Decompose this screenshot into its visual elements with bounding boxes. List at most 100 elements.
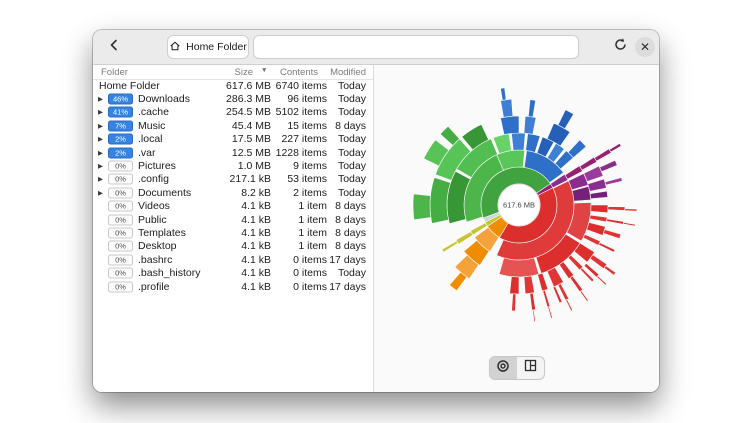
chart-center-label: 617.6 MB bbox=[503, 201, 535, 210]
chart-segment[interactable] bbox=[501, 99, 513, 117]
column-header-size[interactable]: Size bbox=[235, 67, 253, 78]
expander-icon[interactable]: ▶ bbox=[98, 135, 103, 143]
size-value: 4.1 kB bbox=[241, 240, 271, 252]
chart-segment[interactable] bbox=[590, 215, 607, 222]
table-row[interactable]: 0%.bashrc4.1 kB0 items17 days bbox=[93, 253, 373, 266]
close-icon: ✕ bbox=[635, 37, 655, 57]
expander-icon[interactable]: ▶ bbox=[98, 149, 103, 157]
treemap-view-button[interactable] bbox=[517, 357, 544, 379]
chart-segment[interactable] bbox=[580, 291, 588, 302]
table-row[interactable]: ▶2%.var12.5 MB1228 itemsToday bbox=[93, 146, 373, 159]
contents-value: 227 items bbox=[281, 133, 327, 145]
chart-segment[interactable] bbox=[543, 290, 550, 307]
size-value: 4.1 kB bbox=[241, 281, 271, 293]
chart-segment[interactable] bbox=[558, 110, 574, 129]
table-row[interactable]: ▶0%Pictures1.0 MB9 itemsToday bbox=[93, 159, 373, 172]
chart-segment[interactable] bbox=[591, 205, 608, 213]
folder-name: .bash_history bbox=[138, 267, 200, 279]
home-folder-tab[interactable]: Home Folder bbox=[167, 35, 249, 59]
size-value: 217.1 kB bbox=[230, 173, 271, 185]
table-row[interactable]: ▶2%.local17.5 MB227 itemsToday bbox=[93, 133, 373, 146]
chart-segment[interactable] bbox=[510, 277, 519, 294]
sort-indicator-icon[interactable]: ▼ bbox=[261, 67, 267, 74]
chart-segment[interactable] bbox=[501, 88, 507, 100]
contents-value: 6740 items bbox=[276, 80, 327, 92]
contents-value: 1 item bbox=[298, 214, 327, 226]
chart-segment[interactable] bbox=[524, 276, 534, 294]
chart-segment[interactable] bbox=[605, 178, 622, 185]
table-row[interactable]: ▶46%Downloads286.3 MB96 itemsToday bbox=[93, 92, 373, 105]
chart-segment[interactable] bbox=[583, 234, 600, 245]
chart-segment[interactable] bbox=[524, 116, 536, 134]
chart-segment[interactable] bbox=[568, 140, 586, 158]
table-row[interactable]: Home Folder617.6 MB6740 itemsToday bbox=[93, 79, 373, 92]
chart-segment[interactable] bbox=[442, 241, 458, 252]
sunburst-chart[interactable]: 617.6 MB bbox=[374, 65, 659, 365]
chart-segment[interactable] bbox=[587, 222, 606, 235]
column-header-folder[interactable]: Folder bbox=[101, 67, 128, 78]
chart-segment[interactable] bbox=[599, 243, 615, 253]
expander-icon[interactable]: ▶ bbox=[98, 108, 103, 116]
table-row[interactable]: 0%Videos4.1 kB1 item8 days bbox=[93, 200, 373, 213]
chart-segment[interactable] bbox=[600, 160, 618, 171]
chart-segment[interactable] bbox=[501, 116, 520, 135]
column-header-modified[interactable]: Modified bbox=[330, 67, 366, 78]
table-row[interactable]: 0%Public4.1 kB1 item8 days bbox=[93, 213, 373, 226]
chart-segment[interactable] bbox=[597, 276, 607, 285]
column-header-contents[interactable]: Contents bbox=[280, 67, 318, 78]
chart-segment[interactable] bbox=[512, 294, 516, 311]
refresh-button[interactable] bbox=[607, 35, 633, 59]
chart-segment[interactable] bbox=[604, 266, 615, 275]
modified-value: Today bbox=[338, 133, 366, 145]
size-value: 4.1 kB bbox=[241, 214, 271, 226]
close-button[interactable]: ✕ bbox=[633, 35, 657, 59]
percent-badge: 0% bbox=[108, 187, 133, 198]
chart-segment[interactable] bbox=[609, 143, 621, 152]
table-row[interactable]: 0%.profile4.1 kB0 items17 days bbox=[93, 280, 373, 293]
chart-segment[interactable] bbox=[533, 310, 536, 322]
chart-segment[interactable] bbox=[594, 149, 611, 161]
chart-segment[interactable] bbox=[456, 232, 473, 245]
chart-segment[interactable] bbox=[499, 258, 539, 277]
expander-icon[interactable]: ▶ bbox=[98, 175, 103, 183]
chart-segment[interactable] bbox=[528, 100, 535, 118]
chart-segment[interactable] bbox=[590, 255, 607, 269]
chart-panel: 617.6 MB bbox=[373, 65, 659, 392]
folder-name: .local bbox=[138, 133, 163, 145]
chart-segment[interactable] bbox=[530, 293, 536, 310]
size-value: 8.2 kB bbox=[241, 187, 271, 199]
expander-icon[interactable]: ▶ bbox=[98, 189, 103, 197]
chart-segment[interactable] bbox=[566, 299, 573, 310]
location-entry[interactable] bbox=[253, 35, 579, 59]
table-row[interactable]: ▶7%Music45.4 MB15 items8 days bbox=[93, 119, 373, 132]
table-row[interactable]: ▶41%.cache254.5 MB5102 itemsToday bbox=[93, 106, 373, 119]
expander-icon[interactable]: ▶ bbox=[98, 162, 103, 170]
chart-segment[interactable] bbox=[590, 191, 608, 199]
table-row[interactable]: ▶0%.config217.1 kB53 itemsToday bbox=[93, 173, 373, 186]
table-row[interactable]: 0%Templates4.1 kB1 item8 days bbox=[93, 226, 373, 239]
chart-segment[interactable] bbox=[449, 272, 466, 291]
chart-segment[interactable] bbox=[568, 255, 583, 270]
chart-segment[interactable] bbox=[548, 307, 553, 319]
chart-segment[interactable] bbox=[588, 179, 607, 191]
chart-segment[interactable] bbox=[625, 209, 637, 211]
folder-name: Downloads bbox=[138, 93, 190, 105]
expander-icon[interactable]: ▶ bbox=[98, 95, 103, 103]
chart-segment[interactable] bbox=[603, 230, 620, 239]
expander-icon[interactable]: ▶ bbox=[98, 122, 103, 130]
modified-value: 8 days bbox=[335, 120, 366, 132]
table-row[interactable]: ▶0%Documents8.2 kB2 itemsToday bbox=[93, 186, 373, 199]
chart-segment[interactable] bbox=[623, 223, 635, 227]
chart-segment[interactable] bbox=[607, 219, 624, 224]
chart-segment[interactable] bbox=[608, 207, 625, 211]
chart-segment[interactable] bbox=[538, 273, 548, 291]
chart-segment[interactable] bbox=[559, 262, 574, 279]
table-row[interactable]: 0%.bash_history4.1 kB0 itemsToday bbox=[93, 266, 373, 279]
modified-value: Today bbox=[338, 160, 366, 172]
table-row[interactable]: 0%Desktop4.1 kB1 item8 days bbox=[93, 240, 373, 253]
rings-view-button[interactable] bbox=[490, 357, 517, 379]
chart-segment[interactable] bbox=[511, 133, 525, 150]
back-button[interactable] bbox=[101, 35, 127, 59]
chart-segment[interactable] bbox=[413, 194, 431, 220]
chart-segment[interactable] bbox=[570, 276, 583, 292]
